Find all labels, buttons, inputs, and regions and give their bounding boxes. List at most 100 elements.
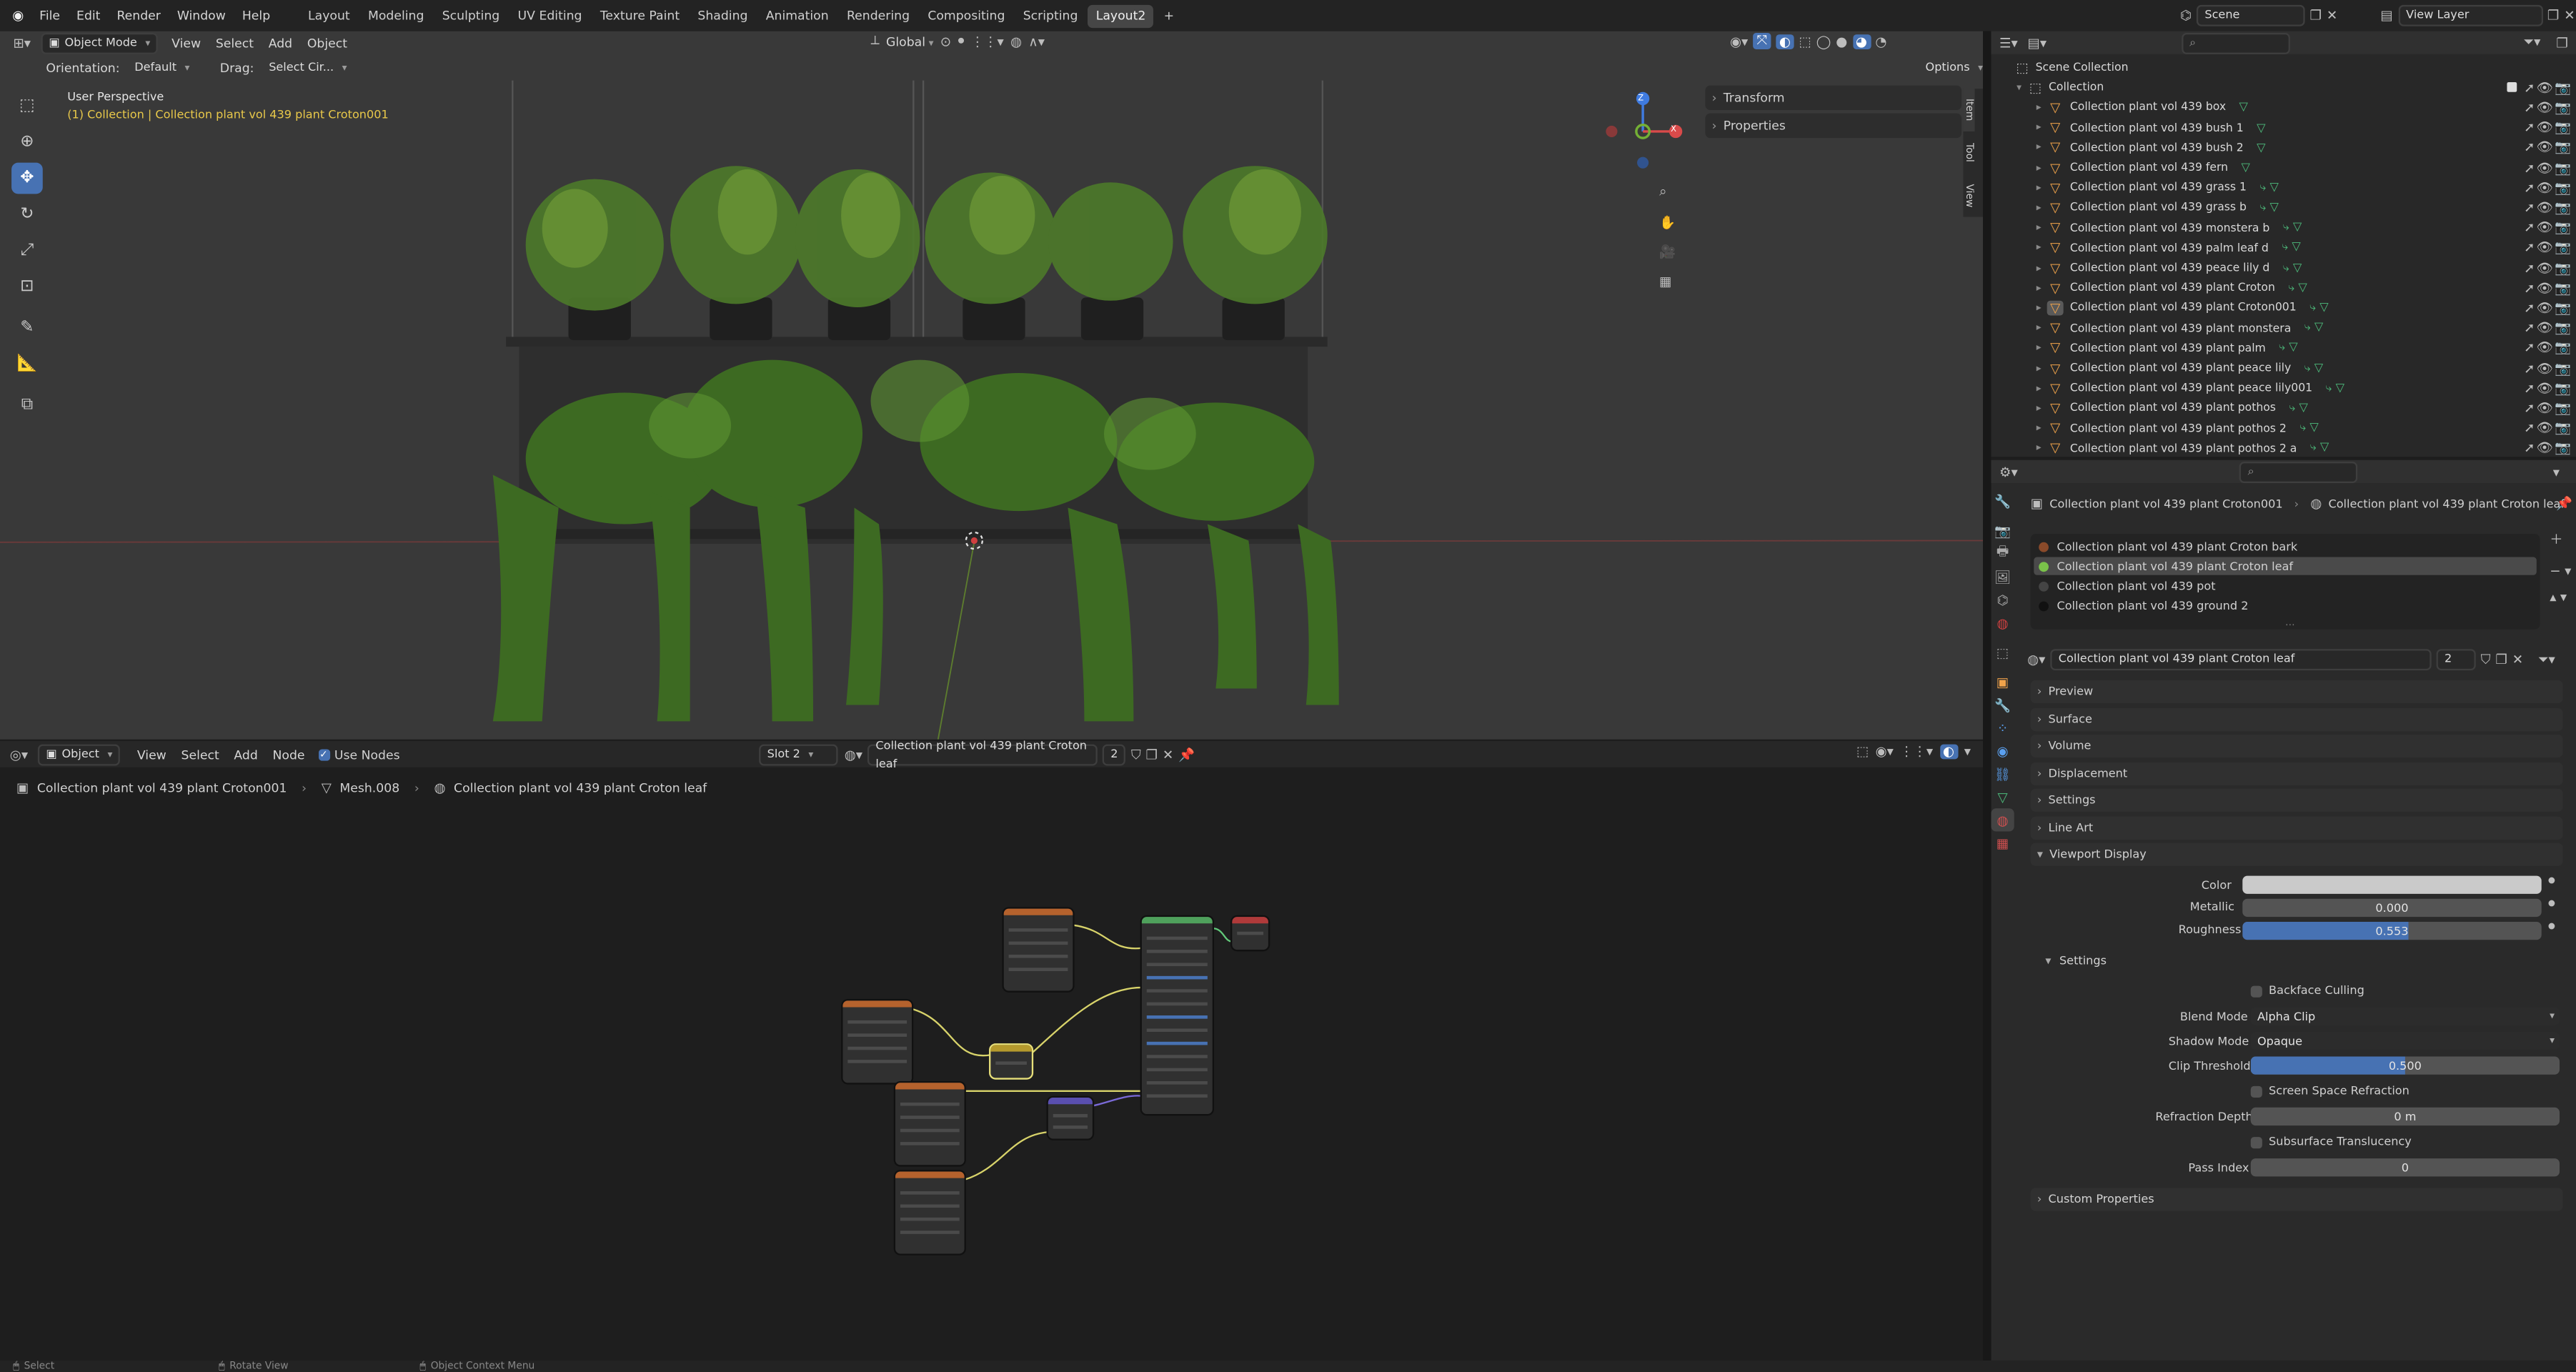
keyframe-dot-icon[interactable]: ● [2548,922,2555,932]
expand-icon[interactable]: ▸ [2031,342,2047,354]
subsurface-translucency-checkbox[interactable]: Subsurface Translucency [2250,1135,2412,1148]
3d-viewport[interactable]: ⊞▾ ▣Object Mode View Select Add Object ⟂… [0,31,1984,740]
view-layer-tab-icon[interactable]: 🖼 [1991,565,2014,588]
clip-threshold-slider[interactable]: 0.500 [2250,1056,2560,1075]
tool-tab-icon[interactable]: 🔧 [1991,489,2014,512]
outliner-item[interactable]: ▸ ▽ Collection plant vol 439 plant pothos … [1991,438,2576,458]
properties-search-input[interactable]: ⌕ [2239,460,2358,482]
restrict-select-icon[interactable]: ➚ [2524,261,2535,276]
tab-view[interactable]: View [1963,174,1974,217]
expand-icon[interactable]: ▸ [2031,122,2047,134]
panel-volume[interactable]: › Volume [2030,735,2563,758]
shadow-mode-dropdown[interactable]: Opaque ▾ [2250,1032,2560,1050]
material-slot-row[interactable]: Collection plant vol 439 pot [2034,577,2537,595]
expand-icon[interactable]: ▾ [2011,81,2027,93]
node-image-texture-3[interactable] [895,1083,965,1165]
render-icon[interactable]: 📷 [2555,281,2571,296]
hide-icon[interactable]: 👁 [2536,241,2552,256]
expand-icon[interactable]: ▸ [2031,142,2047,154]
data-tab-icon[interactable]: ▽ [1991,785,2014,808]
scene-selector[interactable]: ⌬ Scene ❐ ✕ [2180,4,2337,26]
pan-hand-icon[interactable]: ✋ [1659,207,1676,237]
expand-icon[interactable]: ▸ [2031,242,2047,254]
menu-render[interactable]: Render [116,8,160,23]
expand-icon[interactable]: ▸ [2031,262,2047,274]
view-layer-selector[interactable]: ▤ View Layer ❐ ✕ [2380,4,2575,26]
object-tab-icon[interactable]: ▣ [1991,670,2014,693]
zoom-icon[interactable]: ⌕ [1659,177,1666,207]
collection-tab-icon[interactable]: ⬚ [1991,641,2014,664]
render-icon[interactable]: 📷 [2555,221,2571,236]
collection-row[interactable]: ▾ ⬚ Collection ➚ 👁 📷 [1991,78,2576,98]
expand-icon[interactable]: ▸ [2031,382,2047,394]
world-tab-icon[interactable]: ◍ [1991,611,2014,634]
render-icon[interactable]: 📷 [2555,180,2571,195]
add-slot-icon[interactable]: ＋ [2550,531,2562,549]
backface-culling-checkbox[interactable]: Backface Culling [2250,984,2364,998]
outliner-item[interactable]: ▸ ▽ Collection plant vol 439 plant pothos ⤷… [1991,398,2576,418]
expand-icon[interactable]: ▸ [2031,202,2047,214]
tab-layout2[interactable]: Layout2 [1088,4,1154,27]
outliner-item[interactable]: ▸ ▽ Collection plant vol 439 plant pothos … [1991,418,2576,438]
tab-layout[interactable]: Layout [300,4,359,27]
node-principled-bsdf[interactable] [1141,917,1213,1114]
menu-file[interactable]: File [39,8,60,23]
tab-animation[interactable]: Animation [757,4,837,27]
blender-logo-icon[interactable]: ◉ [6,8,29,23]
render-icon[interactable]: 📷 [2555,401,2571,416]
node-mix-selected[interactable] [990,1045,1032,1078]
slot-specials-icon[interactable]: ▾ [2565,562,2571,580]
restrict-select-icon[interactable]: ➚ [2524,180,2535,195]
roughness-slider[interactable]: 0.553 [2242,921,2542,940]
tab-tool[interactable]: Tool [1963,131,1974,174]
material-slot-row[interactable]: Collection plant vol 439 plant Croton ba… [2034,537,2537,555]
node-material-output[interactable] [1232,917,1268,950]
outliner-item[interactable]: ▸ ▽ Collection plant vol 439 box ▽ ➚ 👁 📷 [1991,98,2576,118]
texture-tab-icon[interactable]: ▦ [1991,831,2014,854]
panel-properties[interactable]: › Properties [1705,113,1962,139]
material-filter-icon[interactable]: ⏷▾ [2538,652,2555,668]
remove-view-layer-icon[interactable]: ✕ [2564,8,2575,23]
hide-icon[interactable]: 👁 [2536,361,2552,376]
panel-line-art[interactable]: › Line Art [2030,816,2563,840]
restrict-select-icon[interactable]: ➚ [2524,200,2535,215]
hide-icon[interactable]: 👁 [2536,221,2552,236]
copy-scene-icon[interactable]: ❐ [2309,8,2321,23]
render-icon[interactable]: 📷 [2555,120,2571,135]
outliner-item[interactable]: ▸ ▽ Collection plant vol 439 plant palm ⤷ ▽… [1991,338,2576,358]
restrict-select-icon[interactable]: ➚ [2524,241,2535,256]
duplicate-material-icon[interactable]: ❐ [2495,652,2507,667]
render-icon[interactable]: 📷 [2555,421,2571,436]
keyframe-dot-icon[interactable]: ● [2548,899,2555,909]
material-name-field[interactable]: Collection plant vol 439 plant Croton le… [2050,649,2432,671]
remove-slot-icon[interactable]: − [2550,562,2560,580]
copy-view-layer-icon[interactable]: ❐ [2547,8,2559,23]
restrict-select-icon[interactable]: ➚ [2524,301,2535,316]
tab-compositing[interactable]: Compositing [920,4,1013,27]
hide-icon[interactable]: 👁 [2536,160,2552,175]
hide-icon[interactable]: 👁 [2536,281,2552,296]
node-normal-map[interactable] [1048,1097,1093,1139]
scene-field[interactable]: Scene [2196,4,2305,26]
outliner-item[interactable]: ▸ ▽ Collection plant vol 439 monstera b ⤷ ▽… [1991,218,2576,238]
panel-surface[interactable]: › Surface [2030,707,2563,731]
properties-type-icon[interactable]: ⚙▾ [1999,464,2018,479]
properties-options-icon[interactable]: ▾ [2553,464,2560,479]
expand-icon[interactable]: ▸ [2031,162,2047,174]
tab-item[interactable]: Item [1963,89,1975,131]
outliner-item[interactable]: ▸ ▽ Collection plant vol 439 grass b ⤷ ▽ ➚ 👁 📷 [1991,198,2576,218]
outliner-item[interactable]: ▸ ▽ Collection plant vol 439 peace lily d ⤷… [1991,258,2576,278]
render-icon[interactable]: 📷 [2555,321,2571,336]
restrict-select-icon[interactable]: ➚ [2524,281,2535,296]
custom-properties-panel-header[interactable]: › Custom Properties [2030,1188,2563,1211]
particles-tab-icon[interactable]: ⁘ [1991,717,2014,740]
render-icon[interactable]: 📷 [2555,200,2571,215]
restrict-select-icon[interactable]: ➚ [2524,421,2535,436]
ortho-grid-icon[interactable]: ▦ [1659,267,1671,296]
constraints-tab-icon[interactable]: ⛓ [1991,762,2014,785]
expand-icon[interactable]: ▸ [2031,402,2047,414]
expand-icon[interactable]: ▸ [2031,302,2047,314]
view-layer-field[interactable]: View Layer [2397,4,2543,26]
outliner-item[interactable]: ▸ ▽ Collection plant vol 439 plant Croton ⤷… [1991,278,2576,298]
output-tab-icon[interactable]: 🖶 [1991,542,2014,565]
